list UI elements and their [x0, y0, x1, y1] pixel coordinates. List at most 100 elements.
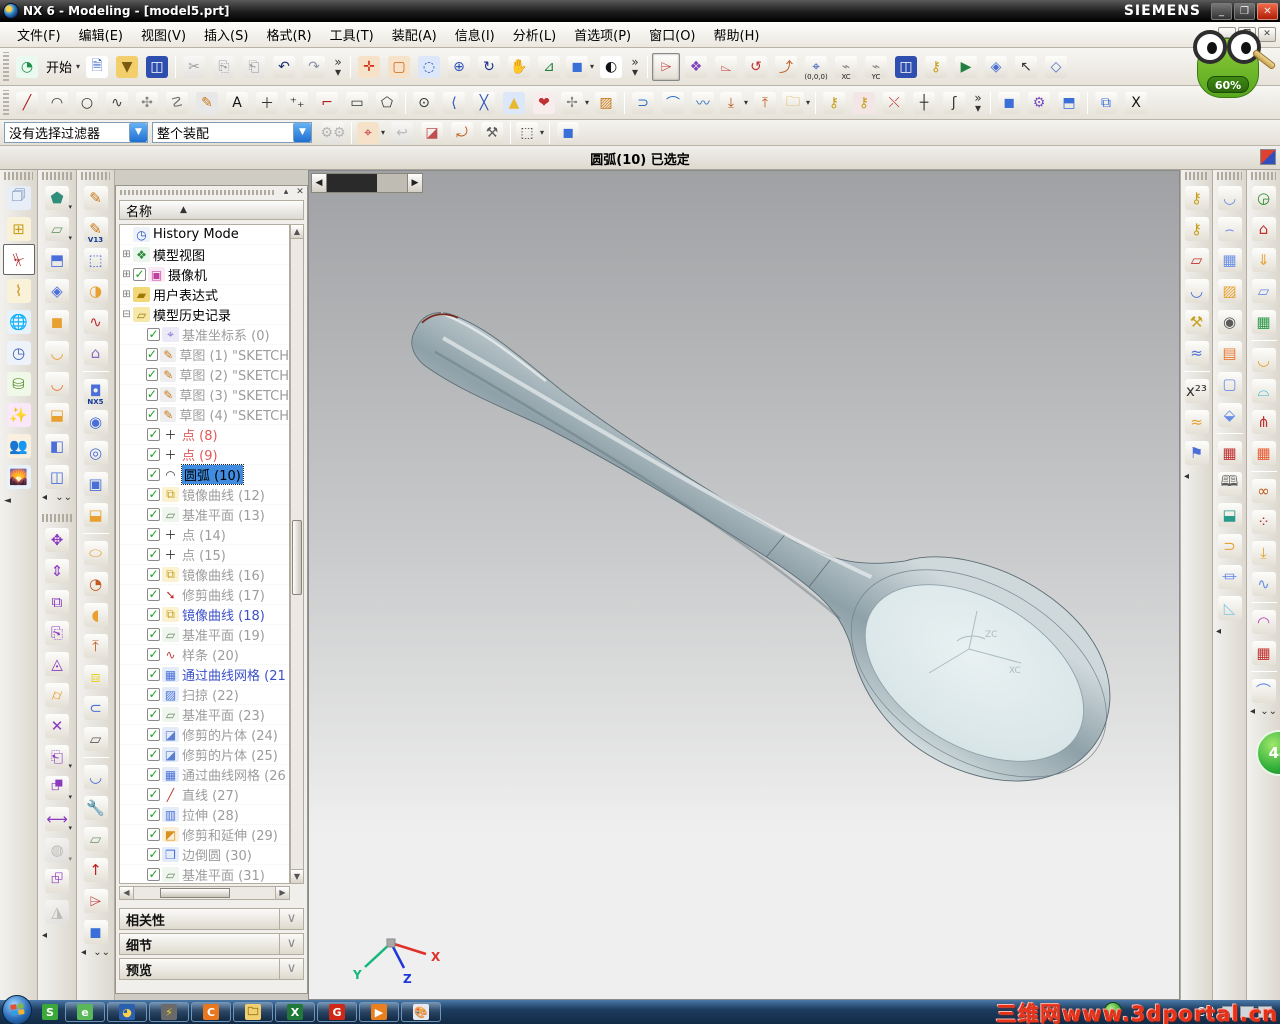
tree-row-27[interactable]: ✓ ▦ 通过曲线网格 (26 [120, 765, 289, 785]
taskbar-c-button[interactable]: C [191, 1002, 231, 1022]
feature-label[interactable]: 草图 (4) "SKETCH [179, 405, 289, 424]
tree-row-1[interactable]: ⊞ ❖ 模型视图 [120, 245, 289, 265]
feature-checkbox[interactable]: ✓ [147, 468, 160, 481]
menu-item-2[interactable]: 视图(V) [132, 22, 195, 47]
rail-thumb[interactable] [327, 174, 377, 192]
assembly-navigator-icon[interactable]: 🗇 [3, 182, 35, 213]
tree-row-16[interactable]: ✓ ＋点 (15) [120, 545, 289, 565]
sketch-task-icon[interactable]: ⬟ ▾ [41, 182, 73, 213]
intersection-curve-icon[interactable]: ╳ [470, 89, 498, 117]
feature-label[interactable]: 修剪和延伸 (29) [182, 825, 278, 844]
tree-horizontal-scrollbar[interactable]: ◀ ▶ [119, 886, 290, 900]
replace-face-icon[interactable]: ⧉ [41, 586, 73, 617]
twist-surface-icon[interactable]: ∞ [1248, 475, 1280, 506]
polygon-icon[interactable]: ⬠ [373, 89, 401, 117]
sweep-curve-icon[interactable]: ∿ [80, 306, 112, 337]
play-options-icon[interactable]: ▶ [952, 53, 980, 81]
rotate-point-icon[interactable]: ⤾ [448, 119, 476, 147]
feature-checkbox[interactable]: ✓ [147, 728, 160, 741]
cube-blue-icon[interactable]: ◼ [80, 916, 112, 947]
navigator-pin-icon[interactable]: ▴ [279, 187, 293, 197]
swoop-surface-icon[interactable]: ◡ [1248, 344, 1280, 375]
feature-checkbox[interactable]: ✓ [147, 848, 160, 861]
expand-toggle-icon[interactable]: ⊞ [120, 249, 133, 260]
trim-sheet-icon[interactable]: ◺ [1214, 592, 1246, 623]
start-button[interactable] [2, 995, 32, 1024]
selection-scope-combo[interactable]: 整个装配 ▼ [152, 122, 312, 143]
feature-label[interactable]: 草图 (3) "SKETCH [179, 385, 289, 404]
feature-label[interactable]: 镜像曲线 (12) [182, 485, 265, 504]
graphics-viewport[interactable]: ◀ ▶ ZC XC X Y Z [308, 170, 1180, 1000]
point-set-icon[interactable]: ✣ [133, 89, 161, 117]
eraser-icon[interactable]: ◪ [418, 119, 446, 147]
rollback-icon[interactable]: ↩ [388, 119, 416, 147]
menu-item-5[interactable]: 工具(T) [321, 22, 383, 47]
csys-axes-icon[interactable]: ⌳ [712, 53, 740, 81]
feature-checkbox[interactable]: ✓ [147, 768, 160, 781]
tree-row-5[interactable]: ✓ ⌖ 基准坐标系 (0) [120, 325, 289, 345]
navigator-panel-2[interactable]: 预览 ∨ [119, 958, 304, 980]
feature-checkbox[interactable]: ✓ [147, 328, 160, 341]
history-icon[interactable]: ◷ [3, 337, 35, 368]
curve-on-surface-icon[interactable]: ⌒ [1248, 675, 1280, 706]
copy-face-icon[interactable]: ⎘ [41, 617, 73, 648]
diamond-option-icon[interactable]: ◈ [982, 53, 1010, 81]
left3-overflow-icon[interactable]: ⌄⌄ [93, 947, 110, 961]
origin-csys-icon[interactable]: ⌖ (0,0,0) [802, 53, 830, 81]
feature-checkbox[interactable]: ✓ [147, 808, 160, 821]
trim-body-icon[interactable]: ⬓ [41, 399, 73, 430]
studio-surface-icon[interactable]: ◡ [1214, 182, 1246, 213]
feature-label[interactable]: 镜像曲线 (18) [182, 605, 265, 624]
shaded-cube-icon[interactable]: ◼ ▾ [565, 53, 595, 81]
feature-checkbox[interactable]: ✓ [133, 268, 146, 281]
cursor-select-icon[interactable]: ↖ [1012, 53, 1040, 81]
variational-sweep-icon[interactable]: ◡ [41, 368, 73, 399]
text-icon[interactable]: A [223, 89, 251, 117]
tree-row-9[interactable]: ✓ ✎ 草图 (4) "SKETCH [120, 405, 289, 425]
shaded-select-icon[interactable]: ◼ [554, 119, 582, 147]
tree-row-23[interactable]: ✓ ▨ 扫掠 (22) [120, 685, 289, 705]
taskbar-360-button[interactable]: S [37, 1002, 63, 1022]
revolve-icon[interactable]: ◈ [41, 275, 73, 306]
snap-point-icon[interactable]: ⌖ ▾ [356, 119, 386, 147]
feature-checkbox[interactable]: ✓ [147, 508, 160, 521]
line-icon[interactable]: ╱ [13, 89, 41, 117]
marquee-select-icon[interactable]: ⬚ ▾ [515, 119, 545, 147]
tree-row-32[interactable]: ✓ ▱ 基准平面 (31) [120, 865, 289, 883]
save-icon[interactable]: ◫ [143, 53, 171, 81]
orient-view-icon[interactable]: ⊿ [535, 53, 563, 81]
pocket-cube-icon[interactable]: ▣ [80, 468, 112, 499]
boss-feature-icon[interactable]: ⬒ [1055, 89, 1083, 117]
feature-checkbox[interactable]: ✓ [147, 648, 160, 661]
divide-curve-icon[interactable]: ┼ [910, 89, 938, 117]
flatten-surface-icon[interactable]: ⤓ [1248, 537, 1280, 568]
render-style-icon[interactable]: ◐ [597, 53, 625, 81]
offset-surface-icon[interactable]: ⊃ [1214, 530, 1246, 561]
flat-pattern-icon[interactable]: ⏥ [80, 723, 112, 754]
move-defining-point-icon[interactable]: ⚷ [1181, 182, 1213, 213]
taskbar-nx-button[interactable]: ◕ [107, 1002, 147, 1022]
fillet-curve-icon[interactable]: ʃ [940, 89, 968, 117]
through-curves-icon[interactable]: ⌢ [1214, 213, 1246, 244]
scope-dropdown-icon[interactable]: ▼ [293, 123, 311, 142]
save-csys-icon[interactable]: ◫ [892, 53, 920, 81]
vector-arrow-icon[interactable]: ↑ [80, 854, 112, 885]
system-materials-icon[interactable]: ⛁ [3, 368, 35, 399]
edit-curve-params-icon[interactable]: ⚷ [820, 89, 848, 117]
resize-face-icon[interactable]: ⟷ ▾ [41, 803, 73, 834]
ribbon-flow-icon[interactable]: ≈ [1181, 337, 1213, 368]
zoom-in-out-icon[interactable]: ⊕ [445, 53, 473, 81]
tree-row-7[interactable]: ✓ ✎ 草图 (2) "SKETCH [120, 365, 289, 385]
cut-face-icon[interactable]: ⮻ ▾ [41, 772, 73, 803]
feature-label[interactable]: 草图 (1) "SKETCH [179, 345, 289, 364]
feature-label[interactable]: 基准坐标系 (0) [182, 325, 270, 344]
sheet-mesh-icon[interactable]: ▦ [1214, 437, 1246, 468]
law-curve-icon[interactable]: ❤ [530, 89, 558, 117]
hammer-icon[interactable]: ⚒ [478, 119, 506, 147]
tree-row-15[interactable]: ✓ ＋点 (14) [120, 525, 289, 545]
left2-overflow-icon[interactable]: ⌄⌄ [55, 492, 72, 506]
taskbar-g-button[interactable]: G [317, 1002, 357, 1022]
rcolB-collapse-icon[interactable]: ◂ [1216, 626, 1221, 637]
sketch-v13-icon[interactable]: ✎ V13 [80, 213, 112, 244]
dynamic-csys-icon[interactable]: ⌲ [652, 52, 681, 81]
